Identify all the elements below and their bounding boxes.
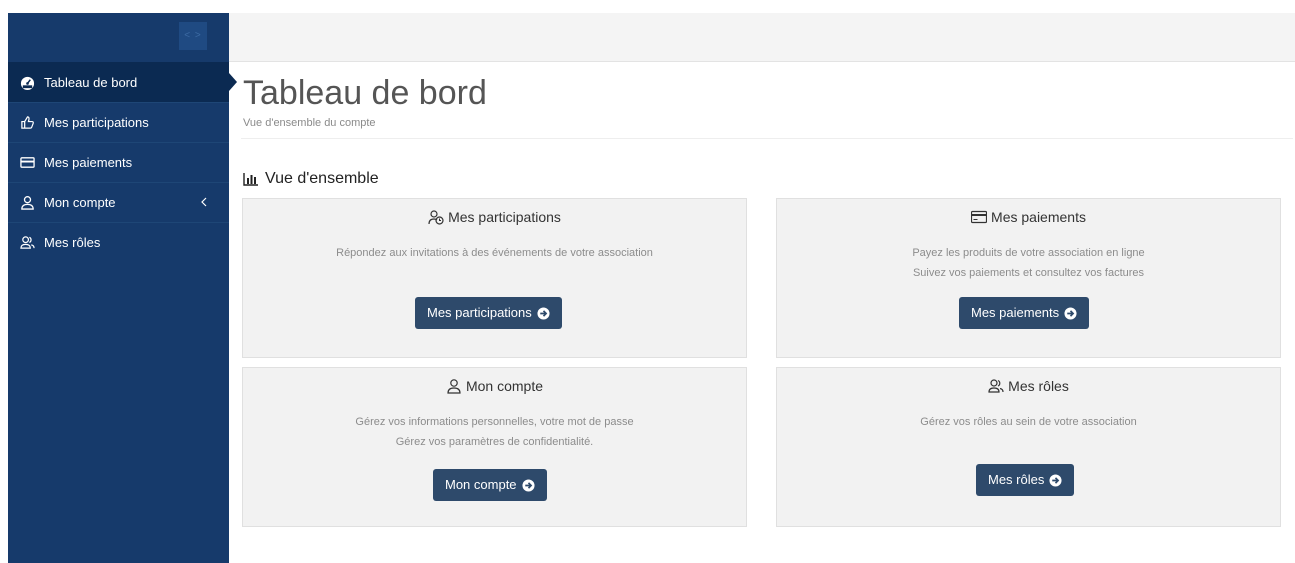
arrow-circle-right-icon bbox=[537, 306, 550, 320]
dashboard-icon bbox=[18, 74, 36, 90]
top-navbar bbox=[229, 13, 1295, 62]
button-label: Mes participations bbox=[427, 305, 532, 320]
card-mon-compte: Mon compte Gérez vos informations person… bbox=[242, 367, 747, 527]
card-title: Mes rôles bbox=[1008, 378, 1069, 394]
button-label: Mon compte bbox=[445, 477, 517, 492]
sidebar-item-label: Tableau de bord bbox=[44, 74, 138, 90]
mes-participations-button[interactable]: Mes participations bbox=[415, 297, 562, 329]
card-description-line: Payez les produits de votre association … bbox=[912, 247, 1145, 259]
card-description-line: Gérez vos paramètres de confidentialité. bbox=[395, 436, 594, 448]
sidebar-item-mes-roles[interactable]: Mes rôles bbox=[8, 222, 229, 262]
credit-card-icon bbox=[971, 210, 988, 224]
card-description: Gérez vos informations personnelles, vot… bbox=[243, 412, 746, 452]
card-description: Gérez vos rôles au sein de votre associa… bbox=[777, 412, 1280, 432]
card-description-line: Suivez vos paiements et consultez vos fa… bbox=[912, 267, 1145, 279]
card-mes-paiements: Mes paiements Payez les produits de votr… bbox=[776, 198, 1281, 358]
card-description: Payez les produits de votre association … bbox=[777, 243, 1280, 283]
page-title: Tableau de bord bbox=[243, 74, 487, 112]
chevron-left-icon[interactable] bbox=[199, 195, 209, 209]
title-divider bbox=[241, 138, 1293, 139]
arrow-circle-right-icon bbox=[1049, 473, 1062, 487]
sidebar-item-label: Mes rôles bbox=[44, 235, 101, 250]
card-title: Mon compte bbox=[465, 378, 544, 394]
card-description-line: Gérez vos informations personnelles, vot… bbox=[355, 416, 634, 428]
mes-roles-button[interactable]: Mes rôles bbox=[976, 464, 1075, 496]
app-frame: < > Tableau de bord Mes participations M… bbox=[8, 13, 1295, 563]
sidebar-item-tableau-de-bord[interactable]: Tableau de bord bbox=[8, 62, 237, 102]
mes-paiements-button[interactable]: Mes paiements bbox=[959, 297, 1090, 329]
sidebar-item-mes-participations[interactable]: Mes participations bbox=[8, 102, 229, 142]
arrow-circle-right-icon bbox=[1064, 306, 1077, 320]
sidebar-item-label: Mes paiements bbox=[44, 155, 133, 170]
button-label: Mes rôles bbox=[988, 472, 1045, 487]
card-header: Mes paiements bbox=[777, 209, 1280, 225]
card-header: Mes participations bbox=[243, 209, 746, 225]
thumbs-up-icon bbox=[18, 115, 36, 131]
card-mes-participations: Mes participations Répondez aux invitati… bbox=[242, 198, 747, 358]
card-header: Mes rôles bbox=[777, 378, 1280, 394]
credit-card-icon bbox=[18, 155, 36, 171]
card-description-line: Gérez vos rôles au sein de votre associa… bbox=[920, 416, 1137, 428]
card-title: Mes participations bbox=[448, 209, 561, 225]
section-title: Vue d'ensemble bbox=[243, 170, 379, 188]
sidebar: < > Tableau de bord Mes participations M… bbox=[8, 13, 237, 563]
users-icon bbox=[18, 235, 36, 251]
page-subtitle: Vue d'ensemble du compte bbox=[243, 117, 376, 129]
arrow-circle-right-icon bbox=[522, 478, 535, 492]
card-mes-roles: Mes rôles Gérez vos rôles au sein de vot… bbox=[776, 367, 1281, 527]
sidebar-item-label: Mes participations bbox=[44, 115, 149, 130]
card-title: Mes paiements bbox=[991, 209, 1086, 225]
main-content: Tableau de bord Vue d'ensemble du compte… bbox=[229, 62, 1295, 563]
users-icon bbox=[988, 379, 1004, 393]
sidebar-item-mes-paiements[interactable]: Mes paiements bbox=[8, 142, 229, 182]
user-icon bbox=[18, 195, 36, 211]
sidebar-nav: Tableau de bord Mes participations Mes p… bbox=[8, 62, 237, 262]
card-header: Mon compte bbox=[243, 378, 746, 394]
bar-chart-icon bbox=[243, 173, 258, 186]
mon-compte-button[interactable]: Mon compte bbox=[433, 469, 547, 501]
sidebar-item-label: Mon compte bbox=[44, 195, 116, 210]
card-description-line: Répondez aux invitations à des événement… bbox=[336, 247, 653, 259]
participations-icon bbox=[428, 210, 444, 225]
card-description: Répondez aux invitations à des événement… bbox=[243, 243, 746, 263]
sidebar-item-mon-compte[interactable]: Mon compte bbox=[8, 182, 229, 222]
button-label: Mes paiements bbox=[971, 305, 1060, 320]
sidebar-toggle-button[interactable]: < > bbox=[179, 22, 207, 50]
section-title-label: Vue d'ensemble bbox=[265, 170, 379, 187]
user-icon bbox=[447, 379, 461, 394]
